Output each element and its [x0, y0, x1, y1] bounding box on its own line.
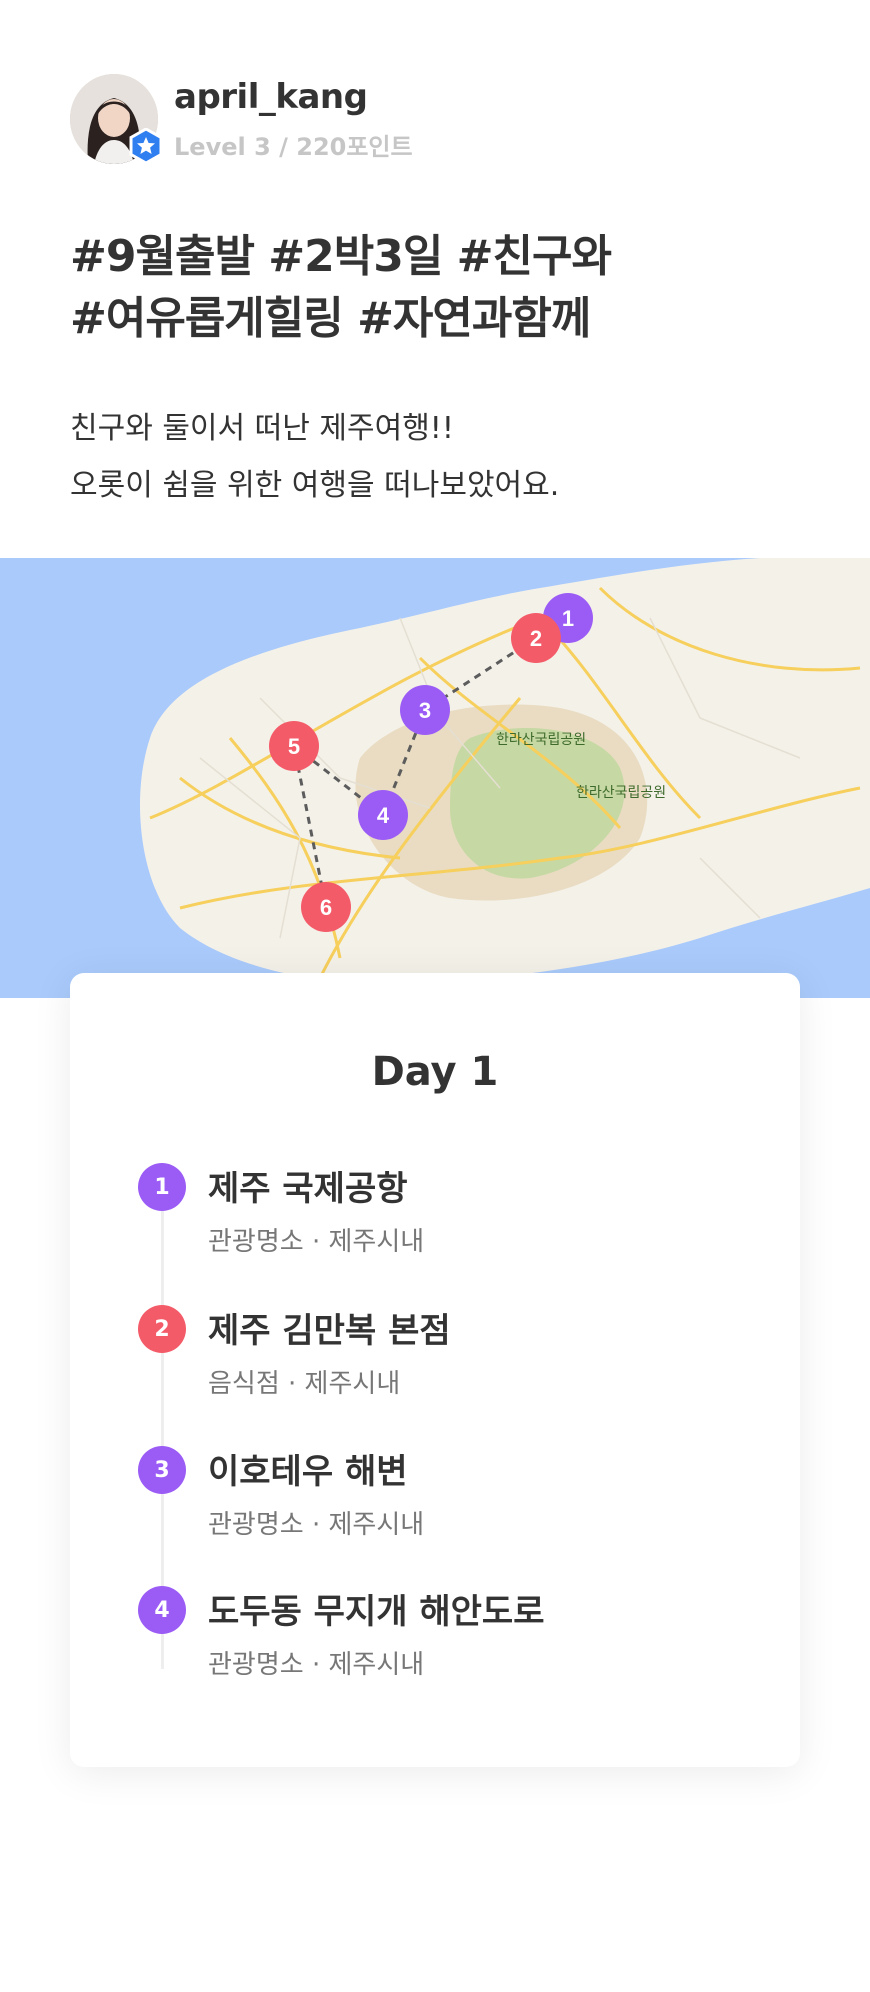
svg-text:2: 2 — [530, 626, 542, 651]
hashtag-line: #9월출발 #2박3일 #친구와 — [70, 231, 612, 282]
stop-meta: 관광명소 · 제주시내 — [208, 1227, 425, 1257]
stop-meta: 관광명소 · 제주시내 — [208, 1510, 425, 1540]
svg-text:1: 1 — [562, 606, 574, 631]
stop-name: 제주 국제공항 — [208, 1169, 408, 1209]
stop-name: 도두동 무지개 해안도로 — [208, 1592, 545, 1632]
day-title: Day 1 — [371, 1049, 499, 1095]
stop-name: 제주 김만복 본점 — [208, 1311, 451, 1351]
stop-number-badge: 1 — [138, 1163, 186, 1211]
user-level: Level 3 / 220포인트 — [174, 132, 413, 161]
description-line: 친구와 둘이서 떠난 제주여행!! — [70, 411, 454, 446]
map-canvas: 한라산국립공원 한라산국립공원 1 2 3 4 5 6 — [140, 558, 870, 984]
map-marker-3[interactable]: 3 — [400, 685, 450, 735]
username[interactable]: april_kang — [174, 77, 413, 117]
post-description: 친구와 둘이서 떠난 제주여행!! 오롯이 쉼을 위한 여행을 떠나보았어요. — [70, 400, 830, 514]
map-marker-4[interactable]: 4 — [358, 790, 408, 840]
stop-meta: 관광명소 · 제주시내 — [208, 1650, 425, 1680]
profile-text: april_kang Level 3 / 220포인트 — [174, 77, 413, 162]
map-marker-2[interactable]: 2 — [511, 613, 561, 663]
svg-text:3: 3 — [419, 698, 431, 723]
avatar-container — [70, 74, 163, 165]
stop-number-badge: 4 — [138, 1586, 186, 1634]
author-profile[interactable]: april_kang Level 3 / 220포인트 — [70, 74, 413, 165]
park-label: 한라산국립공원 — [496, 731, 586, 747]
day-itinerary-card: Day 1 1 제주 국제공항 관광명소 · 제주시내 2 제주 김만복 본점 … — [70, 973, 800, 1767]
stop-number-badge: 2 — [138, 1305, 186, 1353]
map-marker-5[interactable]: 5 — [269, 721, 319, 771]
description-line: 오롯이 쉼을 위한 여행을 떠나보았어요. — [70, 468, 560, 503]
svg-text:6: 6 — [320, 895, 332, 920]
map-marker-6[interactable]: 6 — [301, 882, 351, 932]
post-hashtags: #9월출발 #2박3일 #친구와 #여유롭게힐링 #자연과함께 — [70, 226, 830, 350]
svg-text:4: 4 — [377, 803, 390, 828]
stop-meta: 음식점 · 제주시내 — [208, 1369, 401, 1399]
hashtag-line: #여유롭게힐링 #자연과함께 — [70, 293, 591, 344]
route-map[interactable]: 한라산국립공원 한라산국립공원 1 2 3 4 5 6 — [0, 558, 870, 998]
svg-text:5: 5 — [288, 734, 300, 759]
trip-post-page: april_kang Level 3 / 220포인트 #9월출발 #2박3일 … — [0, 0, 870, 1992]
level-star-icon — [128, 127, 164, 165]
stop-number-badge: 3 — [138, 1446, 186, 1494]
park-label: 한라산국립공원 — [576, 784, 666, 800]
stop-name: 이호테우 해변 — [208, 1452, 408, 1492]
